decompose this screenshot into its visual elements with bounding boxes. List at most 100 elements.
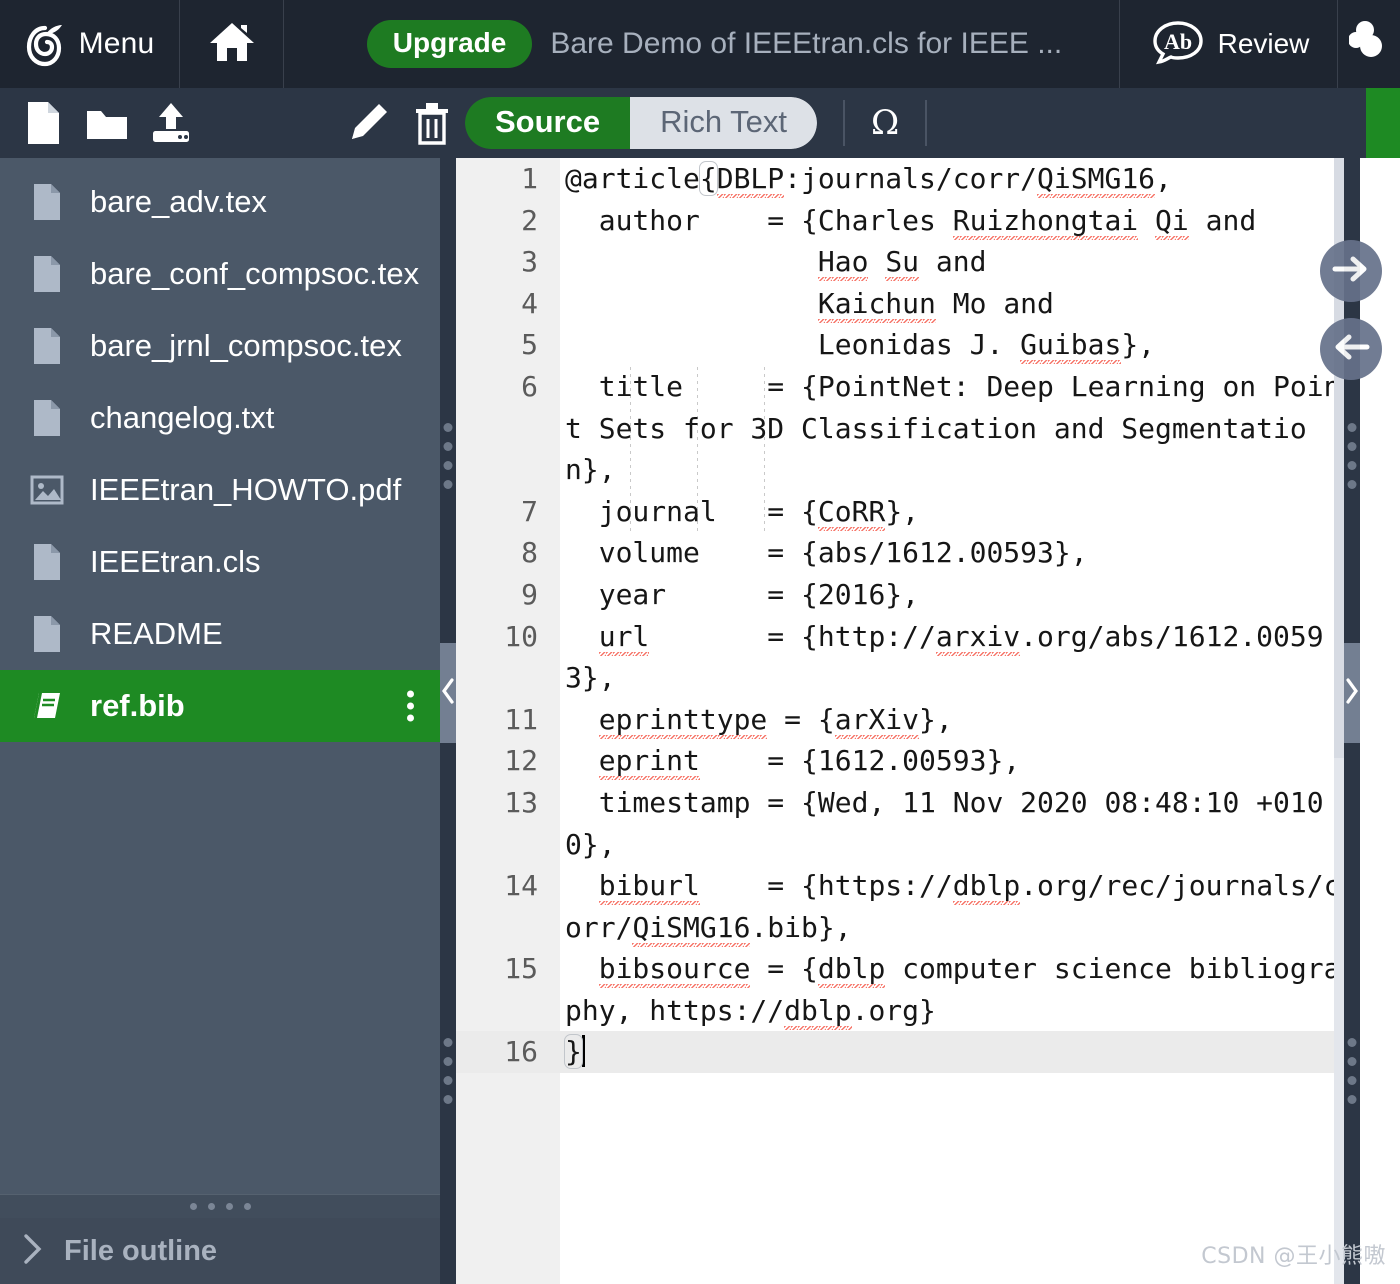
review-ab-icon: Ab — [1148, 18, 1204, 71]
code-lines[interactable]: 1 @article{DBLP:journals/corr/QiSMG16, 2… — [456, 158, 1344, 1284]
file-name: ref.bib — [90, 688, 185, 723]
file-icon — [30, 254, 64, 294]
file-tree-toolbar — [0, 100, 455, 146]
file-icon — [30, 182, 64, 222]
image-file-icon — [30, 470, 64, 510]
tab-source[interactable]: Source — [465, 97, 631, 149]
new-file-icon[interactable] — [20, 100, 66, 146]
line-content[interactable]: year = {2016}, — [560, 574, 1344, 616]
line-content[interactable]: bibsource = {dblp computer science bibli… — [560, 948, 1344, 1031]
line-content[interactable]: timestamp = {Wed, 11 Nov 2020 08:48:10 +… — [560, 782, 1344, 865]
tab-rich-text[interactable]: Rich Text — [630, 97, 818, 149]
home-icon — [208, 20, 256, 69]
file-icon — [30, 542, 64, 582]
file-row[interactable]: changelog.txt — [0, 382, 440, 454]
file-row-selected[interactable]: ref.bib — [0, 670, 440, 742]
file-list: bare_adv.tex bare_conf_compsoc.tex bare_… — [0, 158, 440, 742]
line-content[interactable]: eprint = {1612.00593}, — [560, 740, 1344, 782]
expand-pdf-panel-button[interactable] — [1344, 643, 1360, 743]
code-line-active[interactable]: 16 } — [456, 1031, 1344, 1074]
goto-code-location-button[interactable] — [1320, 318, 1382, 380]
code-line[interactable]: 13 timestamp = {Wed, 11 Nov 2020 08:48:1… — [456, 782, 1344, 865]
new-folder-icon[interactable] — [84, 100, 130, 146]
file-name: bare_jrnl_compsoc.tex — [90, 328, 402, 363]
goto-pdf-location-button[interactable] — [1320, 240, 1382, 302]
line-content[interactable]: url = {http://arxiv.org/abs/1612.00593}, — [560, 616, 1344, 699]
line-content[interactable]: biburl = {https://dblp.org/rec/journals/… — [560, 865, 1344, 948]
left-splitter-grip[interactable] — [443, 413, 453, 499]
line-number: 4 — [521, 286, 538, 320]
code-line[interactable]: 8 volume = {abs/1612.00593}, — [456, 532, 1344, 574]
code-line[interactable]: 2 author = {Charles Ruizhongtai Qi and — [456, 200, 1344, 242]
line-content[interactable]: eprinttype = {arXiv}, — [560, 699, 1344, 741]
line-content[interactable]: author = {Charles Ruizhongtai Qi and — [560, 200, 1344, 242]
file-row[interactable]: README — [0, 598, 440, 670]
share-button[interactable] — [1338, 0, 1400, 88]
file-row[interactable]: IEEEtran.cls — [0, 526, 440, 598]
file-outline-toggle[interactable]: File outline — [0, 1218, 440, 1284]
file-name: IEEEtran.cls — [90, 544, 261, 579]
file-name: bare_conf_compsoc.tex — [90, 256, 420, 291]
sidebar-resize-handle[interactable] — [0, 1194, 440, 1218]
code-line[interactable]: 4 Kaichun Mo and — [456, 283, 1344, 325]
trash-icon[interactable] — [409, 100, 455, 146]
right-splitter-grip[interactable] — [1347, 413, 1357, 499]
review-button[interactable]: Ab Review — [1120, 0, 1338, 88]
source-code-editor[interactable]: 1 @article{DBLP:journals/corr/QiSMG16, 2… — [456, 158, 1344, 1284]
file-row[interactable]: bare_jrnl_compsoc.tex — [0, 310, 440, 382]
line-content[interactable]: volume = {abs/1612.00593}, — [560, 532, 1344, 574]
code-line[interactable]: 14 biburl = {https://dblp.org/rec/journa… — [456, 865, 1344, 948]
file-name: changelog.txt — [90, 400, 275, 435]
code-line[interactable]: 6 title = {PointNet: Deep Learning on Po… — [456, 366, 1344, 491]
code-line[interactable]: 7 journal = {CoRR}, — [456, 491, 1344, 533]
share-people-icon — [1348, 18, 1389, 71]
file-menu-kebab-icon[interactable] — [407, 686, 414, 727]
line-content[interactable]: Hao Su and — [560, 241, 1344, 283]
line-content[interactable]: @article{DBLP:journals/corr/QiSMG16, — [560, 158, 1344, 200]
collapse-file-tree-button[interactable] — [440, 643, 456, 743]
document-title-area: Upgrade Bare Demo of IEEEtran.cls for IE… — [284, 0, 1120, 88]
line-number: 3 — [521, 245, 538, 279]
text-cursor — [581, 1035, 585, 1068]
home-button[interactable] — [180, 0, 284, 88]
left-splitter-grip-2[interactable] — [443, 1028, 453, 1114]
line-number: 16 — [504, 1035, 538, 1069]
file-row[interactable]: IEEEtran_HOWTO.pdf — [0, 454, 440, 526]
upgrade-button[interactable]: Upgrade — [366, 20, 533, 68]
file-row[interactable]: bare_conf_compsoc.tex — [0, 238, 440, 310]
line-number: 7 — [521, 494, 538, 528]
code-line[interactable]: 15 bibsource = {dblp computer science bi… — [456, 948, 1344, 1031]
line-content[interactable]: Leonidas J. Guibas}, — [560, 324, 1344, 366]
line-number: 11 — [504, 702, 538, 736]
line-number: 2 — [521, 203, 538, 237]
code-line[interactable]: 3 Hao Su and — [456, 241, 1344, 283]
code-line[interactable]: 9 year = {2016}, — [456, 574, 1344, 616]
menu-button[interactable]: Menu — [0, 0, 180, 88]
editor-mode-toggle: Source Rich Text — [465, 97, 818, 149]
code-line[interactable]: 5 Leonidas J. Guibas}, — [456, 324, 1344, 366]
right-splitter-grip-2[interactable] — [1347, 1028, 1357, 1114]
upload-icon[interactable] — [148, 100, 194, 146]
line-content[interactable]: Kaichun Mo and — [560, 283, 1344, 325]
code-line[interactable]: 1 @article{DBLP:journals/corr/QiSMG16, — [456, 158, 1344, 200]
line-number: 15 — [504, 952, 538, 986]
line-content[interactable]: journal = {CoRR}, — [560, 491, 1344, 533]
editor-mode-toolbar: Source Rich Text Ω — [455, 97, 1400, 149]
editor-toolbar: Source Rich Text Ω — [0, 88, 1400, 158]
pdf-panel-toolbar-strip — [1366, 88, 1400, 158]
code-line[interactable]: 12 eprint = {1612.00593}, — [456, 740, 1344, 782]
line-number: 14 — [504, 869, 538, 903]
file-name: bare_adv.tex — [90, 184, 267, 219]
file-icon — [30, 614, 64, 654]
code-line[interactable]: 11 eprinttype = {arXiv}, — [456, 699, 1344, 741]
line-number: 5 — [521, 328, 538, 362]
sidebar-bottom: File outline — [0, 1194, 440, 1284]
line-content[interactable]: title = {PointNet: Deep Learning on Poin… — [560, 366, 1344, 491]
file-row[interactable]: bare_adv.tex — [0, 166, 440, 238]
code-line[interactable]: 10 url = {http://arxiv.org/abs/1612.0059… — [456, 616, 1344, 699]
omega-symbol-icon[interactable]: Ω — [871, 103, 899, 143]
line-content[interactable]: } — [560, 1031, 1344, 1073]
left-splitter[interactable] — [440, 158, 456, 1284]
pencil-icon[interactable] — [345, 100, 391, 146]
overleaf-editor-app: Menu Upgrade Bare Demo of IEEEtran.cls f… — [0, 0, 1400, 1284]
